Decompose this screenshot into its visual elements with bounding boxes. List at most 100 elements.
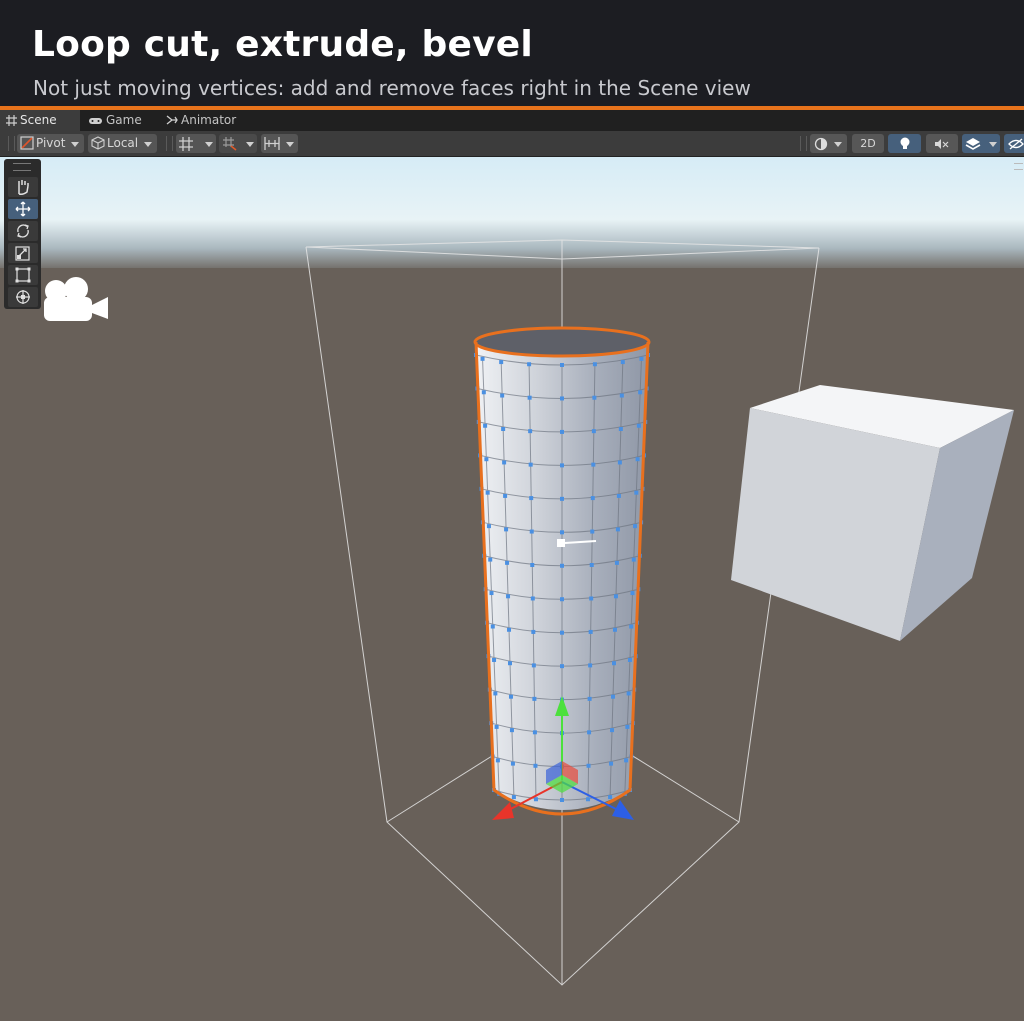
mesh-vertex[interactable] xyxy=(483,423,488,428)
mesh-vertex[interactable] xyxy=(611,661,616,666)
mesh-vertex[interactable] xyxy=(500,393,505,398)
mesh-vertex[interactable] xyxy=(560,530,564,535)
mesh-vertex[interactable] xyxy=(560,463,564,468)
mesh-vertex[interactable] xyxy=(626,691,631,696)
hand-tool[interactable] xyxy=(8,177,38,197)
mesh-vertex[interactable] xyxy=(527,395,532,400)
rotate-tool[interactable] xyxy=(8,221,38,241)
mesh-vertex[interactable] xyxy=(506,594,511,599)
mesh-vertex[interactable] xyxy=(489,591,494,596)
mesh-vertex[interactable] xyxy=(511,795,516,800)
mesh-vertex[interactable] xyxy=(590,529,595,534)
mesh-vertex[interactable] xyxy=(560,630,564,635)
pivot-dropdown[interactable]: Pivot xyxy=(17,134,84,153)
mesh-vertex[interactable] xyxy=(531,629,536,634)
mesh-vertex[interactable] xyxy=(529,496,534,501)
mesh-vertex[interactable] xyxy=(485,490,490,495)
mesh-vertex[interactable] xyxy=(530,563,535,568)
mesh-vertex[interactable] xyxy=(636,423,641,428)
mesh-vertex[interactable] xyxy=(484,457,489,462)
mesh-vertex[interactable] xyxy=(624,758,629,763)
mesh-vertex[interactable] xyxy=(488,557,493,562)
transform-tool[interactable] xyxy=(8,287,38,307)
mesh-vertex[interactable] xyxy=(618,426,623,431)
palette-grip[interactable] xyxy=(13,163,31,171)
local-dropdown[interactable]: Local xyxy=(88,134,157,153)
mesh-vertex[interactable] xyxy=(590,496,595,501)
mesh-vertex[interactable] xyxy=(560,429,564,434)
mesh-vertex[interactable] xyxy=(493,691,498,696)
mesh-vertex[interactable] xyxy=(560,597,564,602)
draw-mode-dropdown[interactable] xyxy=(810,134,847,153)
toolbar-grip[interactable] xyxy=(8,136,15,151)
mesh-vertex[interactable] xyxy=(560,496,564,501)
mesh-vertex[interactable] xyxy=(639,356,644,361)
mesh-vertex[interactable] xyxy=(530,596,535,601)
mesh-vertex[interactable] xyxy=(589,563,594,568)
mesh-vertex[interactable] xyxy=(612,627,617,632)
tab-scene[interactable]: Scene xyxy=(0,110,80,131)
mesh-vertex[interactable] xyxy=(505,560,510,565)
grid-snap-button[interactable] xyxy=(176,134,216,153)
mesh-vertex[interactable] xyxy=(560,363,564,367)
toolbar-grip[interactable] xyxy=(166,136,173,151)
rect-tool[interactable] xyxy=(8,265,38,285)
mesh-vertex[interactable] xyxy=(634,490,639,495)
mesh-vertex[interactable] xyxy=(481,390,486,395)
mesh-vertex[interactable] xyxy=(495,758,500,763)
hidden-objects-toggle[interactable] xyxy=(1004,134,1024,153)
scene-viewport[interactable] xyxy=(0,157,1024,1021)
mesh-vertex[interactable] xyxy=(533,763,538,768)
mesh-vertex[interactable] xyxy=(560,664,564,669)
mesh-vertex[interactable] xyxy=(508,694,513,699)
mesh-vertex[interactable] xyxy=(501,426,506,431)
mesh-vertex[interactable] xyxy=(508,661,513,666)
mesh-vertex[interactable] xyxy=(633,524,638,529)
mesh-vertex[interactable] xyxy=(499,360,504,365)
mesh-vertex[interactable] xyxy=(492,657,497,662)
effects-dropdown[interactable] xyxy=(962,134,1000,153)
mesh-vertex[interactable] xyxy=(591,462,596,467)
increment-snap-button[interactable] xyxy=(219,134,257,153)
mesh-vertex[interactable] xyxy=(503,493,508,498)
mesh-vertex[interactable] xyxy=(592,395,597,400)
toolbar-grip[interactable] xyxy=(800,136,807,151)
mesh-vertex[interactable] xyxy=(620,360,625,365)
mesh-vertex[interactable] xyxy=(631,557,636,562)
mesh-vertex[interactable] xyxy=(527,362,532,367)
mesh-vertex[interactable] xyxy=(494,724,499,729)
scene-canvas[interactable] xyxy=(0,157,1024,1021)
mesh-vertex[interactable] xyxy=(504,527,509,532)
mesh-vertex[interactable] xyxy=(592,362,597,367)
mesh-vertex[interactable] xyxy=(589,596,594,601)
mesh-vertex[interactable] xyxy=(560,396,564,401)
mesh-vertex[interactable] xyxy=(560,563,564,568)
mesh-vertex[interactable] xyxy=(615,527,620,532)
mesh-vertex[interactable] xyxy=(617,460,622,465)
mesh-vertex[interactable] xyxy=(588,629,593,634)
mesh-vertex[interactable] xyxy=(586,763,591,768)
mesh-vertex[interactable] xyxy=(627,657,632,662)
mesh-vertex[interactable] xyxy=(529,529,534,534)
scene-menu-icon[interactable] xyxy=(1014,163,1023,170)
lighting-toggle[interactable] xyxy=(888,134,921,153)
tab-animator[interactable]: Animator xyxy=(160,110,256,131)
mesh-vertex[interactable] xyxy=(502,460,507,465)
mesh-vertex[interactable] xyxy=(591,429,596,434)
mesh-vertex[interactable] xyxy=(560,798,564,802)
mesh-vertex[interactable] xyxy=(586,797,591,802)
mesh-vertex[interactable] xyxy=(587,730,592,735)
toggle-2d-button[interactable]: 2D xyxy=(852,134,884,153)
align-button[interactable] xyxy=(261,134,298,153)
mesh-vertex[interactable] xyxy=(490,624,495,629)
mesh-vertex[interactable] xyxy=(507,627,512,632)
camera-icon[interactable] xyxy=(42,275,110,323)
mesh-vertex[interactable] xyxy=(611,694,616,699)
scale-tool[interactable] xyxy=(8,243,38,263)
audio-toggle[interactable] xyxy=(926,134,958,153)
mesh-vertex[interactable] xyxy=(531,663,536,668)
mesh-vertex[interactable] xyxy=(629,624,634,629)
mesh-vertex[interactable] xyxy=(587,696,592,701)
mesh-vertex[interactable] xyxy=(614,560,619,565)
mesh-vertex[interactable] xyxy=(480,356,485,361)
